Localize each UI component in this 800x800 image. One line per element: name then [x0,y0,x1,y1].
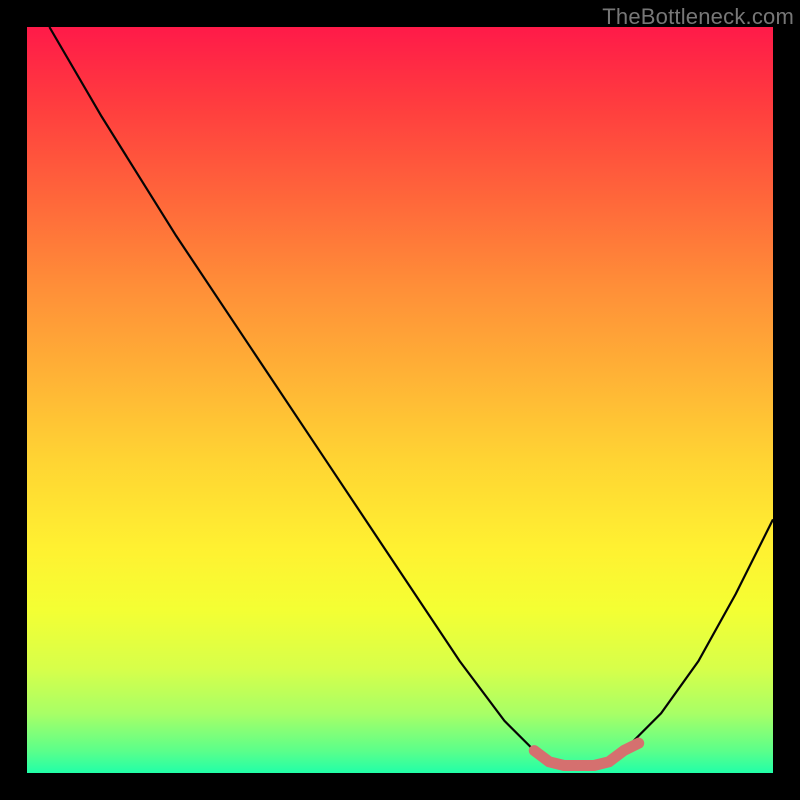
plot-area [27,27,773,773]
chart-frame: TheBottleneck.com [0,0,800,800]
bottleneck-curve [49,27,773,766]
watermark-text: TheBottleneck.com [602,4,794,30]
highlight-segment [534,743,638,765]
chart-svg [27,27,773,773]
